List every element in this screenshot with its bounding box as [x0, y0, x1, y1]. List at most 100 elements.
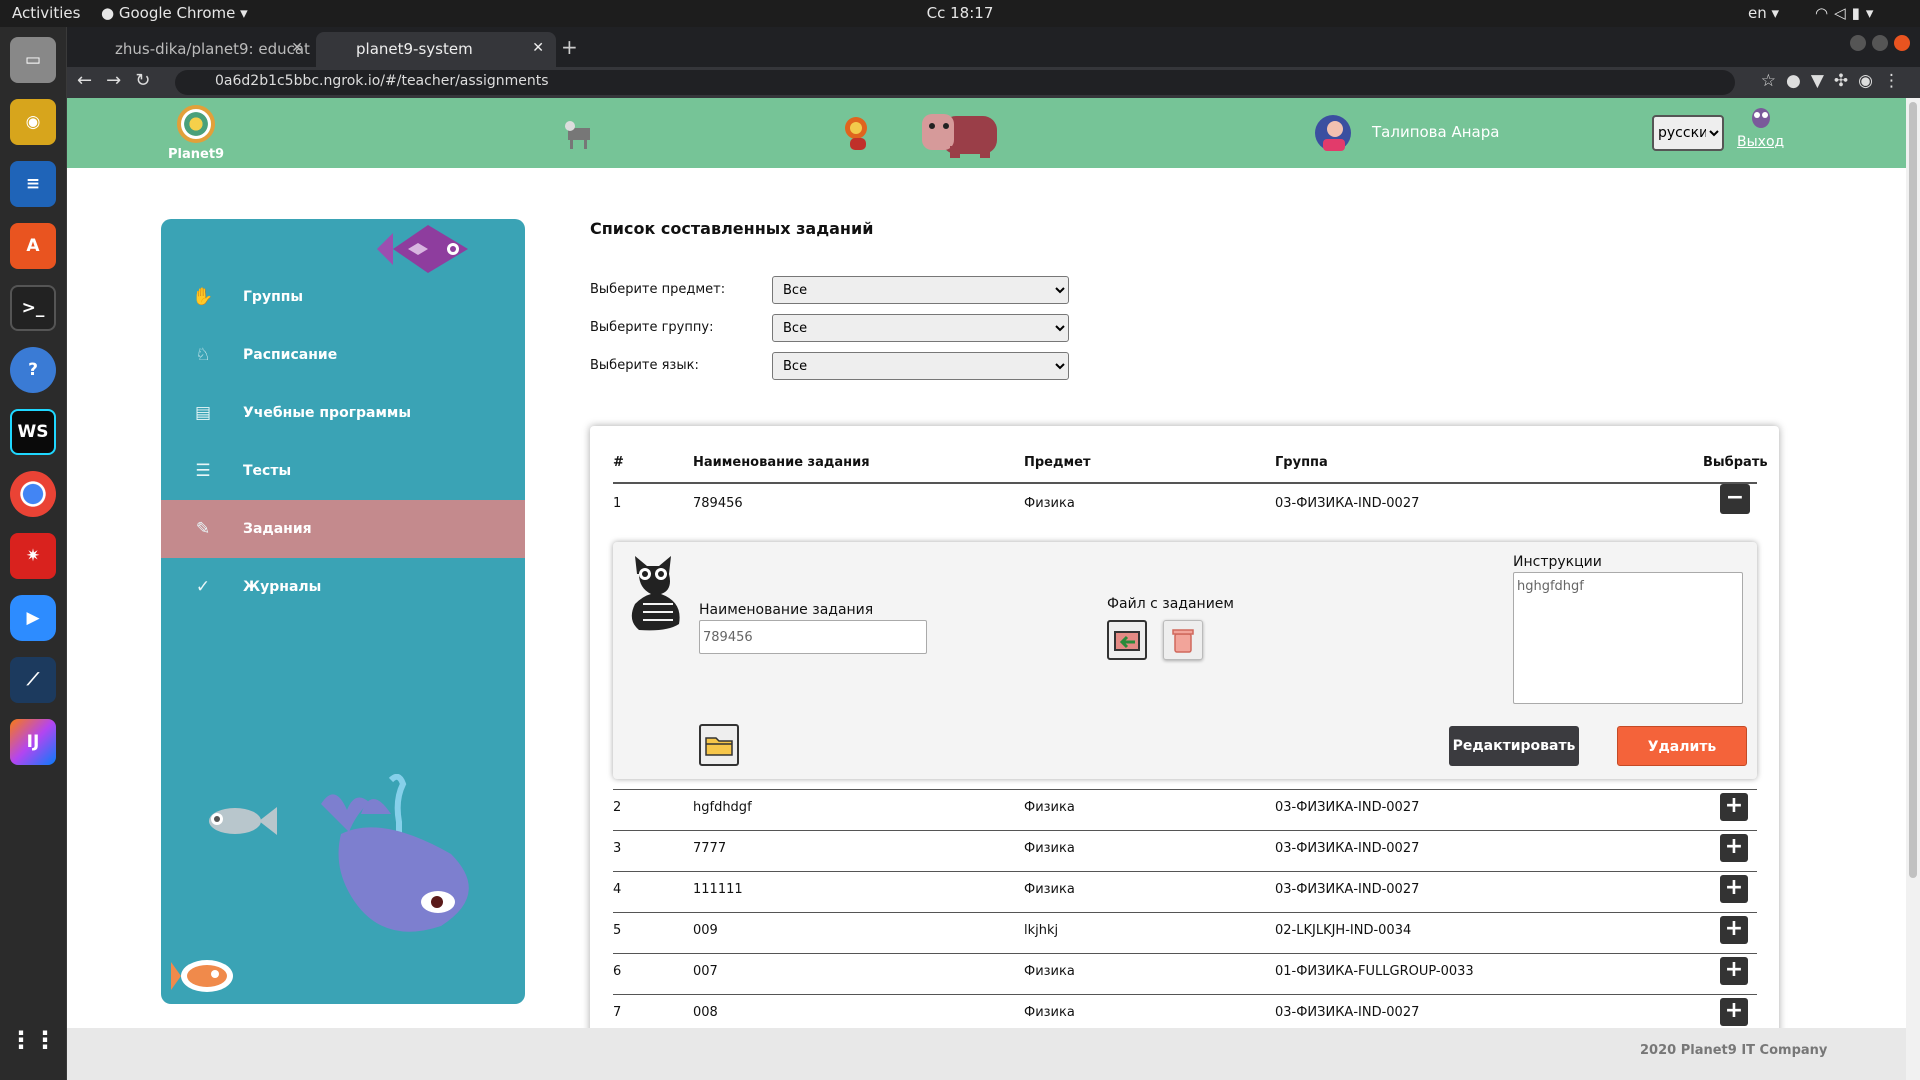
row-name: 009: [693, 923, 718, 938]
collapse-button[interactable]: −: [1720, 484, 1750, 514]
assignment-detail-panel: Наименование задания Файл с заданием Инс…: [613, 542, 1757, 779]
zoom-icon[interactable]: ▶: [10, 595, 56, 641]
col-header-subject: Предмет: [1024, 455, 1091, 470]
row-num: 3: [613, 841, 622, 856]
instructions-label: Инструкции: [1513, 554, 1602, 570]
address-bar[interactable]: 0a6d2b1c5bbc.ngrok.io/#/teacher/assignme…: [175, 70, 1735, 95]
maximize-button[interactable]: [1872, 35, 1888, 51]
grammarly-icon[interactable]: ●: [1786, 71, 1811, 91]
trash-icon: [1172, 629, 1194, 653]
ubuntu-dock: ▭ ◉ ≡ A >_ ? WS ✷ ▶ ⟋ IJ ⋮⋮: [0, 27, 67, 1080]
curriculum-icon: ▤: [194, 403, 212, 423]
chrome-menu-icon[interactable]: ⋮: [1883, 71, 1910, 91]
rhythmbox-icon[interactable]: ◉: [10, 99, 56, 145]
edit-button[interactable]: Редактировать: [1449, 726, 1579, 766]
chrome-icon[interactable]: [10, 471, 56, 517]
row-group: 03-ФИЗИКА-IND-0027: [1275, 496, 1420, 511]
keyboard-language[interactable]: en ▾: [1748, 4, 1779, 22]
clock[interactable]: Сс 18:17: [0, 4, 1920, 22]
tab-github[interactable]: zhus-dika/planet9: educat ✕: [75, 32, 315, 67]
row-name: 007: [693, 964, 718, 979]
row-name: hgfdhdgf: [693, 800, 752, 815]
sidebar: ✋ Группы ♘ Расписание ▤ Учебные программы ☰…: [161, 219, 525, 1004]
upload-folder-button[interactable]: [699, 724, 739, 766]
help-icon[interactable]: ?: [10, 347, 56, 393]
delete-button[interactable]: Удалить: [1617, 726, 1747, 766]
software-center-icon[interactable]: A: [10, 223, 56, 269]
row-subject: Физика: [1024, 800, 1075, 815]
row-num: 4: [613, 882, 622, 897]
scrollbar-thumb[interactable]: [1909, 102, 1917, 878]
web-page: Planet9 Талипова Анара русский Выход ✋ Гр…: [67, 98, 1906, 1080]
page-scrollbar[interactable]: [1906, 98, 1920, 1080]
row-num: 1: [613, 496, 622, 511]
sidebar-item-assignments[interactable]: ✎ Задания: [161, 500, 525, 558]
extensions-puzzle-icon[interactable]: ✣: [1834, 71, 1858, 91]
goat-icon: [565, 121, 590, 149]
close-tab-icon[interactable]: ✕: [291, 40, 303, 56]
sidebar-item-journals[interactable]: ✓ Журналы: [161, 558, 525, 616]
row-name: 789456: [693, 496, 743, 511]
folder-icon: [705, 737, 733, 756]
chrome-toolbar: ←→↻ 0a6d2b1c5bbc.ngrok.io/#/teacher/assi…: [67, 67, 1920, 98]
writer-icon[interactable]: ≡: [10, 161, 56, 207]
files-icon[interactable]: ▭: [10, 37, 56, 83]
os-top-bar: Activities ● Google Chrome ▾ Сс 18:17 en…: [0, 0, 1920, 27]
new-tab-icon[interactable]: +: [561, 35, 578, 59]
webstorm-icon[interactable]: WS: [10, 409, 56, 455]
sidebar-item-groups[interactable]: ✋ Группы: [161, 268, 525, 326]
sidebar-item-label: Расписание: [243, 347, 338, 363]
close-window-button[interactable]: [1894, 35, 1910, 51]
url-text: 0a6d2b1c5bbc.ngrok.io/#/teacher/assignme…: [215, 73, 549, 89]
expand-button[interactable]: +: [1720, 793, 1748, 821]
profile-icon[interactable]: ◉: [1858, 71, 1883, 91]
sidebar-item-curriculum[interactable]: ▤ Учебные программы: [161, 384, 525, 442]
forward-icon[interactable]: →: [106, 70, 135, 91]
grey-fish-icon: [209, 807, 277, 835]
sidebar-item-schedule[interactable]: ♘ Расписание: [161, 326, 525, 384]
wolfram-icon[interactable]: ✷: [10, 533, 56, 579]
expand-button[interactable]: +: [1720, 875, 1748, 903]
terminal-icon[interactable]: >_: [10, 285, 56, 331]
language-select[interactable]: русский: [1652, 115, 1724, 151]
expand-button[interactable]: +: [1720, 957, 1748, 985]
expand-button[interactable]: +: [1720, 916, 1748, 944]
extensions-area: ☆●▼✣◉⋮: [1761, 71, 1910, 91]
row-group: 02-LKJLKJH-IND-0034: [1275, 923, 1412, 938]
mysql-workbench-icon[interactable]: ⟋: [10, 657, 56, 703]
assignment-name-input[interactable]: [699, 620, 927, 654]
download-file-button[interactable]: [1107, 620, 1147, 660]
show-apps-icon[interactable]: ⋮⋮: [9, 1017, 57, 1063]
vue-devtools-icon[interactable]: ▼: [1811, 71, 1834, 91]
row-group: 03-ФИЗИКА-IND-0027: [1275, 841, 1420, 856]
tab-label: zhus-dika/planet9: educat: [115, 40, 310, 58]
back-icon[interactable]: ←: [77, 70, 106, 91]
assignments-icon: ✎: [195, 519, 211, 539]
row-subject: Физика: [1024, 841, 1075, 856]
row-name: 7777: [693, 841, 727, 856]
expand-button[interactable]: +: [1720, 998, 1748, 1026]
language-filter-select[interactable]: Все: [772, 352, 1069, 380]
logout-label: Выход: [1737, 134, 1785, 150]
tab-planet9[interactable]: planet9-system ✕: [316, 32, 556, 67]
instructions-textarea[interactable]: hghgfdhgf: [1513, 572, 1743, 704]
sidebar-item-tests[interactable]: ☰ Тесты: [161, 442, 525, 500]
row-divider: [613, 953, 1757, 954]
bookmark-star-icon[interactable]: ☆: [1761, 71, 1786, 91]
site-logo[interactable]: Planet9: [168, 105, 224, 162]
logout-link[interactable]: Выход: [1737, 106, 1784, 150]
row-subject: Физика: [1024, 882, 1075, 897]
subject-filter-select[interactable]: Все: [772, 276, 1069, 304]
intellij-icon[interactable]: IJ: [10, 719, 56, 765]
user-avatar-icon: [1315, 115, 1351, 151]
reload-icon[interactable]: ↻: [135, 70, 164, 91]
close-tab-icon[interactable]: ✕: [532, 40, 544, 56]
row-num: 7: [613, 1005, 622, 1020]
delete-file-button[interactable]: [1163, 620, 1203, 660]
row-divider: [613, 871, 1757, 872]
user-name[interactable]: Талипова Анара: [1372, 123, 1499, 141]
minimize-button[interactable]: [1850, 35, 1866, 51]
group-filter-select[interactable]: Все: [772, 314, 1069, 342]
system-tray[interactable]: ◠◁▮▾: [1815, 4, 1879, 22]
expand-button[interactable]: +: [1720, 834, 1748, 862]
